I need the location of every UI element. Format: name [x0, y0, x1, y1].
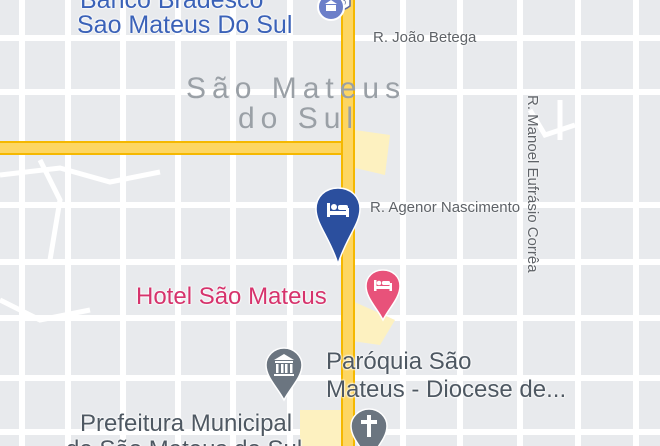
hotel-pin-icon[interactable] — [314, 186, 362, 267]
street-label-agenor: R. Agenor Nascimento — [370, 199, 521, 216]
prefeitura-label-line2[interactable]: de São Mateus do Sul — [66, 438, 302, 446]
prefeitura-label-line1[interactable]: Prefeitura Municipal — [80, 412, 292, 436]
bank-label-line2[interactable]: Sao Mateus Do Sul — [77, 13, 292, 38]
hotel-poi-icon[interactable] — [364, 268, 402, 322]
street-label-manoel: R. Manoel Eufrásio Corrêa — [524, 95, 541, 273]
parish-label-line1[interactable]: Paróquia São — [326, 350, 471, 374]
street-label-joao-betega: R. João Betega — [373, 29, 477, 46]
city-label-line2: do Sul — [238, 102, 360, 135]
city-label-line1: São Mateus — [186, 72, 407, 105]
bank-icon[interactable] — [316, 0, 346, 22]
museum-icon[interactable] — [264, 346, 304, 402]
map-view[interactable]: 100 Banco Bradesco Sao Mateus Do Sul R. … — [0, 0, 660, 446]
hotel-label[interactable]: Hotel São Mateus — [136, 285, 327, 309]
parish-label-line2[interactable]: Mateus - Diocese de... — [326, 378, 566, 402]
church-cross-icon[interactable] — [349, 407, 389, 446]
